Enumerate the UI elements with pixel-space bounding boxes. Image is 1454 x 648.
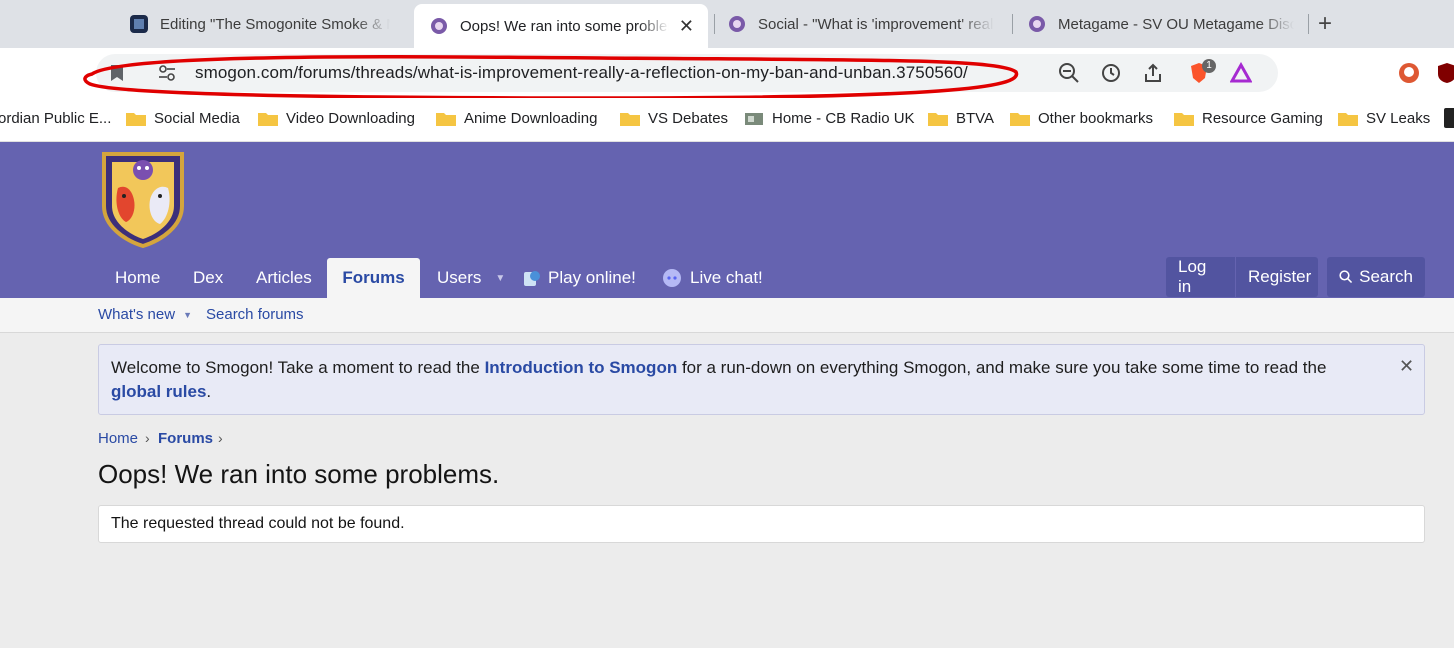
share-icon[interactable] [1142,62,1164,84]
bookmark-folder-other[interactable]: Other bookmarks [1010,107,1153,129]
folder-icon [1174,111,1194,126]
bookmark-folder-social-media[interactable]: Social Media [126,107,240,129]
global-rules-link[interactable]: global rules [111,382,206,401]
introduction-link[interactable]: Introduction to Smogon [485,358,678,377]
brave-rewards-icon[interactable] [1230,62,1252,84]
smogon-favicon-icon [430,17,448,35]
radio-site-icon [744,111,764,126]
dismiss-notice-button[interactable]: ✕ [1399,356,1414,377]
bookmark-folder-sv-leaks[interactable]: SV Leaks [1338,107,1430,129]
welcome-notice: Welcome to Smogon! Take a moment to read… [98,344,1425,415]
nav-chat-label: Live chat! [690,268,763,287]
smogon-favicon-icon [1028,15,1046,33]
bookmark-folder-video-downloading[interactable]: Video Downloading [258,107,415,129]
bookmark-icon[interactable] [110,64,124,82]
error-message-box: The requested thread could not be found. [98,505,1425,543]
nav-articles[interactable]: Articles [240,258,328,298]
bookmark-folder-anime-downloading[interactable]: Anime Downloading [436,107,597,129]
tab-editing[interactable]: Editing "The Smogonite Smoke & Mirrors" [114,5,404,43]
folder-icon [1010,111,1030,126]
chevron-down-icon: ▼ [183,309,192,320]
whats-new-link[interactable]: What's new ▼ [98,306,192,323]
bookmark-cb-radio[interactable]: Home - CB Radio UK [744,107,915,129]
smogon-favicon-icon [728,15,746,33]
folder-icon [126,111,146,126]
new-tab-button[interactable]: + [1318,10,1332,38]
smogon-logo[interactable] [98,148,188,248]
register-button[interactable]: Register [1236,257,1318,297]
nav-dex[interactable]: Dex [177,258,239,298]
nav-home[interactable]: Home [99,258,176,298]
tab-title: Editing "The Smogonite Smoke & Mirrors" [160,15,390,33]
tab-title: Metagame - SV OU Metagame Discussion [1058,15,1294,33]
folder-icon [928,111,948,126]
chevron-down-icon: ▼ [495,272,506,284]
breadcrumb-separator: › [145,430,150,446]
page-title: Oops! We ran into some problems. [98,459,500,489]
search-button[interactable]: Search [1327,257,1425,297]
bookmark-folder-resource-gaming[interactable]: Resource Gaming [1174,107,1323,129]
nav-play-online[interactable]: Play online! [506,258,652,298]
search-button-label: Search [1359,267,1413,286]
tab-oops-active[interactable]: Oops! We ran into some problems. | Smogo… [414,4,708,48]
history-icon[interactable] [1100,62,1122,84]
nav-play-label: Play online! [548,268,636,287]
login-button[interactable]: Log in [1166,257,1235,297]
nav-forums[interactable]: Forums [327,258,420,298]
tab-metagame[interactable]: Metagame - SV OU Metagame Discussion [1012,5,1308,43]
folder-icon [258,111,278,126]
discord-icon [663,269,681,287]
breadcrumb-home[interactable]: Home [98,430,138,447]
showdown-icon [524,271,540,286]
nav-live-chat[interactable]: Live chat! [646,258,779,298]
tab-social[interactable]: Social - "What is 'improvement' really?" [712,5,1008,43]
bookmark-item[interactable]: ordian Public E... [0,107,111,129]
tab-title: Social - "What is 'improvement' really?" [758,15,994,33]
site-favicon-icon [130,15,148,33]
duckduckgo-icon[interactable] [1398,62,1420,84]
breadcrumb-forums[interactable]: Forums [158,430,213,447]
site-settings-icon[interactable] [158,64,176,82]
folder-icon [1338,111,1358,126]
bookmark-folder-vs-debates[interactable]: VS Debates [620,107,728,129]
folder-icon [620,111,640,126]
close-tab-icon[interactable]: ✕ [679,16,694,37]
extension-badge: 1 [1202,59,1216,73]
bookmark-folder-btva[interactable]: BTVA [928,107,994,129]
url-text[interactable]: smogon.com/forums/threads/what-is-improv… [195,63,968,83]
tab-divider [1308,14,1309,34]
breadcrumb-separator: › [218,430,223,446]
folder-icon [436,111,456,126]
zoom-icon[interactable] [1058,62,1080,84]
ublock-icon[interactable] [1436,62,1454,84]
tab-title: Oops! We ran into some problems. | Smogo… [460,17,669,35]
search-icon [1339,270,1353,284]
nav-users-label: Users [437,268,482,287]
bookmark-overflow-icon[interactable] [1444,108,1454,128]
search-forums-link[interactable]: Search forums [206,306,304,323]
